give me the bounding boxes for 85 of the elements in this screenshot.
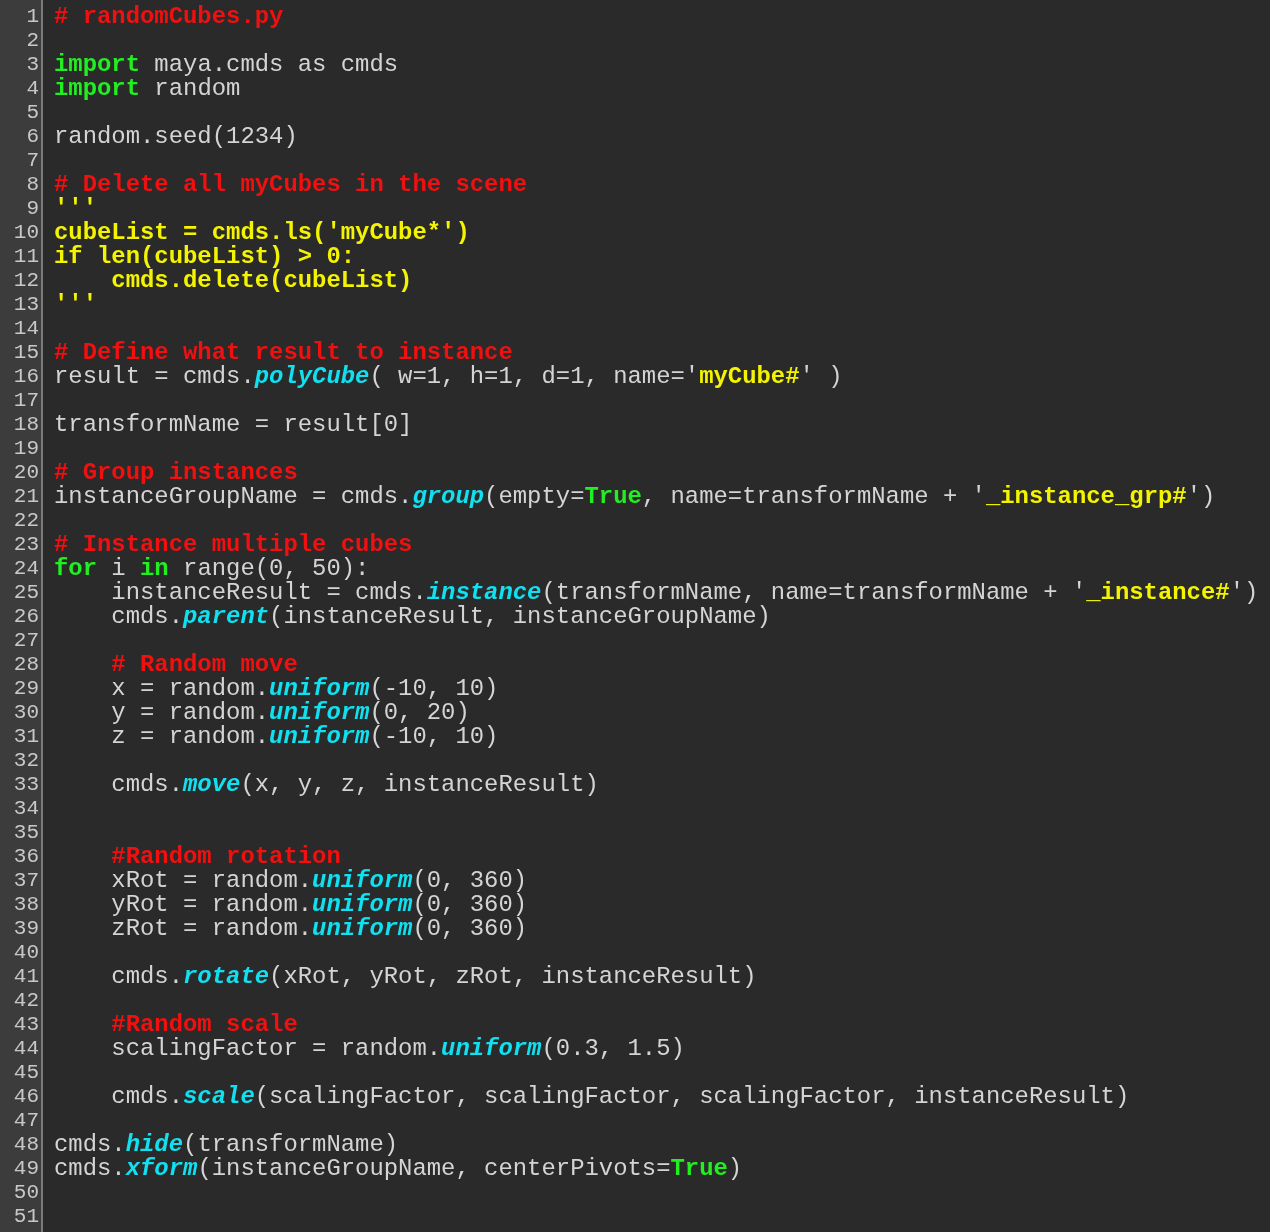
code-line: # Group instances xyxy=(54,461,298,485)
line-number: 48 xyxy=(12,1133,40,1157)
line-number: 7 xyxy=(25,149,40,173)
line-number: 20 xyxy=(12,461,40,485)
code-line: ''' xyxy=(54,197,97,221)
line-number: 24 xyxy=(12,557,40,581)
line-number: 15 xyxy=(12,341,40,365)
code-line: transformName = result[0] xyxy=(54,413,413,437)
code-line: ''' xyxy=(54,293,97,317)
line-number: 26 xyxy=(12,605,40,629)
code-line: import maya.cmds as cmds xyxy=(54,53,399,77)
line-number: 40 xyxy=(12,941,40,965)
line-number: 25 xyxy=(12,581,40,605)
line-number: 5 xyxy=(25,101,40,125)
line-number: 19 xyxy=(12,437,40,461)
line-number: 1 xyxy=(25,5,40,29)
line-number: 28 xyxy=(12,653,40,677)
code-line: # Define what result to instance xyxy=(54,341,513,365)
code-line: #Random rotation xyxy=(110,845,341,869)
code-line: #Random scale xyxy=(110,1013,298,1037)
line-number: 38 xyxy=(12,893,40,917)
line-number: 49 xyxy=(12,1157,40,1181)
line-number: 12 xyxy=(12,269,40,293)
code-line: # Delete all myCubes in the scene xyxy=(54,173,528,197)
code-line: y = random.uniform(0, 20) xyxy=(110,701,470,725)
line-number: 13 xyxy=(12,293,40,317)
code-line: import random xyxy=(54,77,241,101)
line-number: 47 xyxy=(12,1109,40,1133)
line-number: 31 xyxy=(12,725,40,749)
line-number: 23 xyxy=(12,533,40,557)
code-line: z = random.uniform(-10, 10) xyxy=(110,725,499,749)
line-number: 43 xyxy=(12,1013,40,1037)
line-number: 11 xyxy=(12,245,40,269)
line-number: 30 xyxy=(12,701,40,725)
line-number: 2 xyxy=(25,29,40,53)
code-line: cmds.scale(scalingFactor, scalingFactor, scalingFactor, instanceResult) xyxy=(110,1085,1130,1109)
line-number: 9 xyxy=(25,197,40,221)
line-number: 35 xyxy=(12,821,40,845)
line-number: 17 xyxy=(12,389,40,413)
line-number: 21 xyxy=(12,485,40,509)
line-number: 41 xyxy=(12,965,40,989)
code-line: zRot = random.uniform(0, 360) xyxy=(110,917,528,941)
code-line: yRot = random.uniform(0, 360) xyxy=(110,893,528,917)
code-line: cmds.hide(transformName) xyxy=(54,1133,399,1157)
code-line: cmds.xform(instanceGroupName, centerPivots=True) xyxy=(54,1157,743,1181)
line-number: 10 xyxy=(12,221,40,245)
line-number: 51 xyxy=(12,1205,40,1229)
code-line: instanceResult = cmds.instance(transformName, name=transformName + '_instance#') xyxy=(110,581,1259,605)
line-number: 16 xyxy=(12,365,40,389)
line-number: 45 xyxy=(12,1061,40,1085)
line-number: 39 xyxy=(12,917,40,941)
code-line: instanceGroupName = cmds.group(empty=True, name=transformName + '_instance_grp#') xyxy=(54,485,1216,509)
line-number: 27 xyxy=(12,629,40,653)
code-line: cmds.move(x, y, z, instanceResult) xyxy=(110,773,599,797)
line-number: 14 xyxy=(12,317,40,341)
code-line: cmds.parent(instanceResult, instanceGroupName) xyxy=(110,605,771,629)
line-number: 8 xyxy=(25,173,40,197)
code-line: random.seed(1234) xyxy=(54,125,298,149)
line-number: 44 xyxy=(12,1037,40,1061)
line-number: 36 xyxy=(12,845,40,869)
line-number: 50 xyxy=(12,1181,40,1205)
code-line: cmds.delete(cubeList) xyxy=(111,269,413,293)
line-number: 4 xyxy=(25,77,40,101)
line-number: 22 xyxy=(12,509,40,533)
line-number: 18 xyxy=(12,413,40,437)
code-line: # randomCubes.py xyxy=(54,5,284,29)
line-number: 34 xyxy=(12,797,40,821)
line-number: 33 xyxy=(12,773,40,797)
code-line: result = cmds.polyCube( w=1, h=1, d=1, name='myCube#' ) xyxy=(54,365,843,389)
code-line: if len(cubeList) > 0: xyxy=(54,245,356,269)
line-number: 42 xyxy=(12,989,40,1013)
line-number: 6 xyxy=(25,125,40,149)
line-number: 29 xyxy=(12,677,40,701)
code-line: x = random.uniform(-10, 10) xyxy=(110,677,499,701)
code-line: cmds.rotate(xRot, yRot, zRot, instanceResult) xyxy=(110,965,757,989)
line-number: 3 xyxy=(25,53,40,77)
code-line: cubeList = cmds.ls('myCube*') xyxy=(54,221,470,245)
code-line: # Instance multiple cubes xyxy=(54,533,413,557)
line-number: 37 xyxy=(12,869,40,893)
line-number: 32 xyxy=(12,749,40,773)
code-line: xRot = random.uniform(0, 360) xyxy=(110,869,528,893)
code-line: for i in range(0, 50): xyxy=(54,557,370,581)
code-line: # Random move xyxy=(110,653,298,677)
code-line: scalingFactor = random.uniform(0.3, 1.5) xyxy=(110,1037,685,1061)
line-number: 46 xyxy=(12,1085,40,1109)
